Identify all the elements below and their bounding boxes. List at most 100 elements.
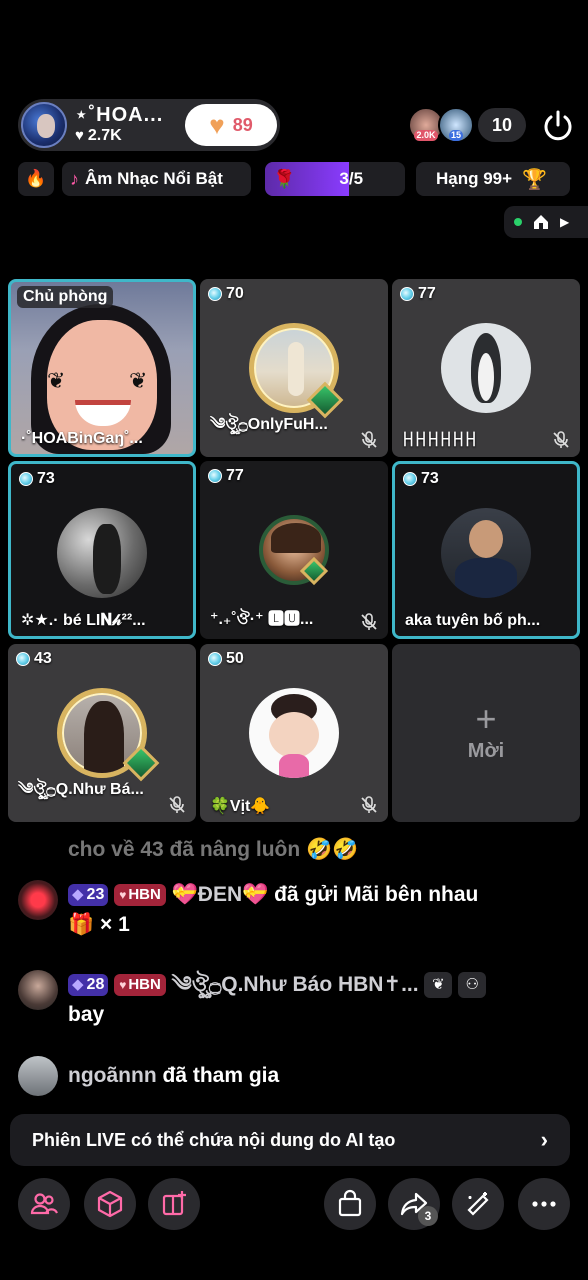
chat-username[interactable]: ༄ঔৣ۝Q.Như Báo HBN✝... [172,973,419,996]
seat-guest[interactable]: 50 🍀Vịt🐥 [200,644,388,822]
chat-text: đã tham gia [162,1064,280,1087]
host-name: ⋆˚HOA... [75,104,164,126]
popularity-chip[interactable]: 🔥 [18,162,54,196]
shopping-bag-icon [338,1189,362,1217]
seat-name: ༄ঔৣ۝Q.Như Bá... [18,781,144,798]
chat-join-message[interactable]: ngoãnnn đã tham gia [18,1056,568,1096]
seat-avatar[interactable] [441,508,531,598]
diamond-icon: ◆ [72,976,84,993]
heart-icon: ♥ [75,127,84,144]
ai-notice-text: Phiên LIVE có thể chứa nội dung do AI tạ… [32,1129,396,1150]
seat-score: 70 [208,285,244,303]
top-viewers[interactable]: 2.0K 15 10 [408,106,526,144]
seat-score: 50 [208,650,244,668]
seat-score-value: 77 [226,467,244,484]
share-count: 3 [418,1206,438,1226]
seat-name: ✲★.· bé LI𝐍𝒽²²... [21,612,146,629]
seat-avatar[interactable] [57,508,147,598]
invite-seat-button[interactable]: + Mời [392,644,580,822]
users-icon [30,1193,59,1215]
host-avatar[interactable] [21,102,67,148]
chat-message[interactable]: ◆ 23 ♥ HBN 💝ĐEN💝 đã gửi Mãi bên nhau 🎁 × 1 [18,880,568,940]
goal-progress-label: 3/5 [339,169,364,188]
host-likes-count: 2.7K [87,127,122,144]
seat-avatar[interactable] [249,688,339,778]
seat-guest[interactable]: 70 ༄ঔৣ۝OnlyFuH... [200,279,388,457]
cheek-sticker-icon: ❦ [47,368,66,393]
avatar-hair [271,523,321,553]
seat-guest[interactable]: 73 ✲★.· bé LI𝐍𝒽²²... [8,461,196,639]
expand-arrow-icon[interactable]: ▶ [560,215,569,229]
box-button[interactable] [84,1178,136,1230]
trophy-icon: 🏆 [522,168,547,191]
home-icon[interactable] [532,213,550,231]
chat-username[interactable]: ngoãnnn [68,1064,157,1087]
seat-guest[interactable]: 77 ⁺.₊˚ঔ·⁺ 🅻🆄... [200,461,388,639]
guests-button[interactable] [18,1178,70,1230]
host-text: ⋆˚HOA... ♥ 2.7K [75,104,163,146]
heart-icon: ♥ [119,978,127,992]
mic-off-icon [169,796,185,813]
fan-club-badge: ♥ HBN [114,974,166,996]
more-button[interactable] [518,1178,570,1230]
seat-score: 77 [400,285,436,303]
heart-gift-icon: ♥ [209,110,225,140]
rank-label: Hạng 99+ [436,169,513,188]
viewer-count[interactable]: 10 [478,108,526,142]
seat-score: 43 [16,650,52,668]
rose-icon: 🌹 [273,168,296,189]
seat-guest[interactable]: 43 ༄ঔৣ۝Q.Như Bá... [8,644,196,822]
add-book-button[interactable] [148,1178,200,1230]
gem-icon [400,287,414,301]
cube-icon [97,1190,123,1218]
chat-message-body: ngoãnnn đã tham gia [68,1056,568,1096]
viewer-avatar[interactable]: 15 [438,107,474,143]
avatar-face [269,712,319,758]
chat-avatar[interactable] [18,1056,58,1096]
seat-name: ༄ঔৣ۝OnlyFuH... [210,416,328,433]
music-category-chip[interactable]: ♪ Âm Nhạc Nổi Bật [62,162,251,196]
follow-button[interactable]: ♥ 89 [185,104,277,146]
gift-count: × 1 [100,913,130,936]
fan-club-label: HBN [128,976,161,993]
chat-message-body: ◆ 28 ♥ HBN ༄ঔৣ۝Q.Như Báo HBN✝... ❦ ⚇ bay [68,970,568,1030]
seat-guest[interactable]: 73 aka tuyên bố ph... [392,461,580,639]
rank-chip[interactable]: Hạng 99+ 🏆 [416,162,570,196]
avatar-hair [84,701,124,773]
avatar-figure [288,342,304,396]
chat-username[interactable]: 💝ĐEN💝 [172,883,269,906]
effects-button[interactable] [452,1178,504,1230]
avatar-figure [93,524,121,594]
shop-button[interactable] [324,1178,376,1230]
chat-message[interactable]: ◆ 28 ♥ HBN ༄ঔৣ۝Q.Như Báo HBN✝... ❦ ⚇ bay [18,970,568,1030]
group-icon: ⚇ [458,972,487,999]
music-note-icon: ♪ [70,168,79,189]
chat-faded-message: cho về 43 đã nâng luôn 🤣🤣 [68,838,359,861]
seat-host[interactable]: ❦ ❦ Chủ phòng ·˚HOABinGaŋ˚... [8,279,196,457]
magic-wand-icon [467,1192,489,1216]
plus-icon: + [475,697,497,739]
fan-club-label: HBN [128,886,161,903]
ai-content-notice[interactable]: Phiên LIVE có thể chứa nội dung do AI tạ… [10,1114,570,1166]
mini-controls[interactable]: ▶ [504,206,588,238]
seat-score: 77 [208,467,244,485]
chat-avatar[interactable] [18,970,58,1010]
seat-avatar[interactable] [441,323,531,413]
avatar-shirt [455,558,517,598]
level-badge: ◆ 28 [68,974,109,996]
share-button[interactable]: 3 [388,1178,440,1230]
avatar-face [469,520,503,558]
gem-icon [403,472,417,486]
rose-goal-chip[interactable]: 🌹 3/5 [265,162,405,196]
seat-name: ·˚HOABinGaŋ˚... [21,430,143,447]
power-icon[interactable] [540,108,576,144]
chat-avatar[interactable] [18,880,58,920]
music-category-label: Âm Nhạc Nổi Bật [85,169,223,188]
fan-club-badge: ♥ HBN [114,884,166,906]
seat-guest[interactable]: 77 ꀿꀿꀿꀿꀿꀿ [392,279,580,457]
seat-score-value: 43 [34,650,52,667]
heart-icon: ♥ [119,888,127,902]
seat-name: ꀿꀿꀿꀿꀿꀿ [402,433,477,450]
host-seat-label: Chủ phòng [17,286,114,308]
seat-score-value: 73 [37,470,55,487]
